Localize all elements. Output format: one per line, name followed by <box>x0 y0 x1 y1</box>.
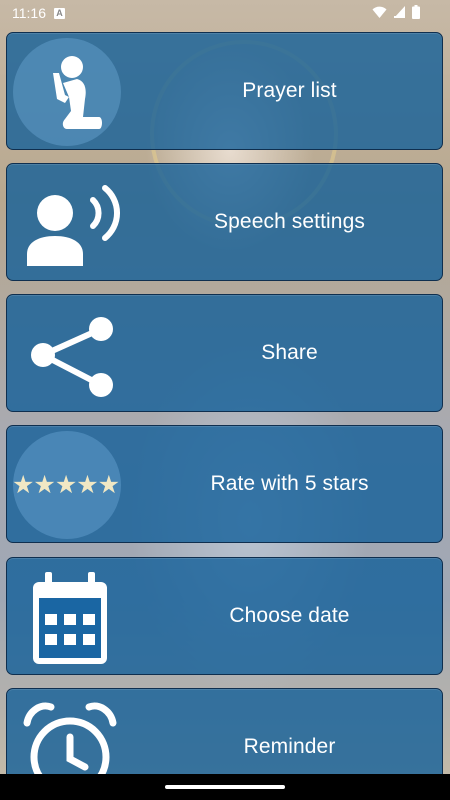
menu-item-share[interactable]: Share <box>6 294 443 412</box>
five-stars-icon: ★★★★★ <box>12 471 120 499</box>
menu-item-speech-settings[interactable]: Speech settings <box>6 163 443 281</box>
notification-icon: A <box>54 7 65 19</box>
menu-item-label: Speech settings <box>214 210 365 233</box>
status-icons <box>372 5 420 19</box>
navigation-bar <box>0 774 450 800</box>
wifi-icon <box>372 6 387 19</box>
menu-item-label: Share <box>261 341 318 364</box>
praying-person-icon <box>53 56 102 129</box>
home-gesture-handle[interactable] <box>165 785 285 789</box>
menu-item-label: Rate with 5 stars <box>210 472 369 495</box>
share-icon <box>31 317 113 397</box>
speaking-person-icon <box>27 185 120 266</box>
menu-item-label: Prayer list <box>242 79 337 102</box>
battery-icon <box>412 5 420 19</box>
menu-item-label: Choose date <box>229 604 350 627</box>
menu-item-choose-date[interactable]: Choose date <box>6 557 443 675</box>
calendar-icon <box>33 572 107 664</box>
menu-item-rate[interactable]: ★★★★★ Rate with 5 stars <box>6 425 443 543</box>
status-time: 11:16 <box>12 5 46 21</box>
status-bar: 11:16 A <box>0 0 450 26</box>
signal-icon <box>394 6 405 18</box>
menu-item-prayer-list[interactable]: Prayer list <box>6 32 443 150</box>
